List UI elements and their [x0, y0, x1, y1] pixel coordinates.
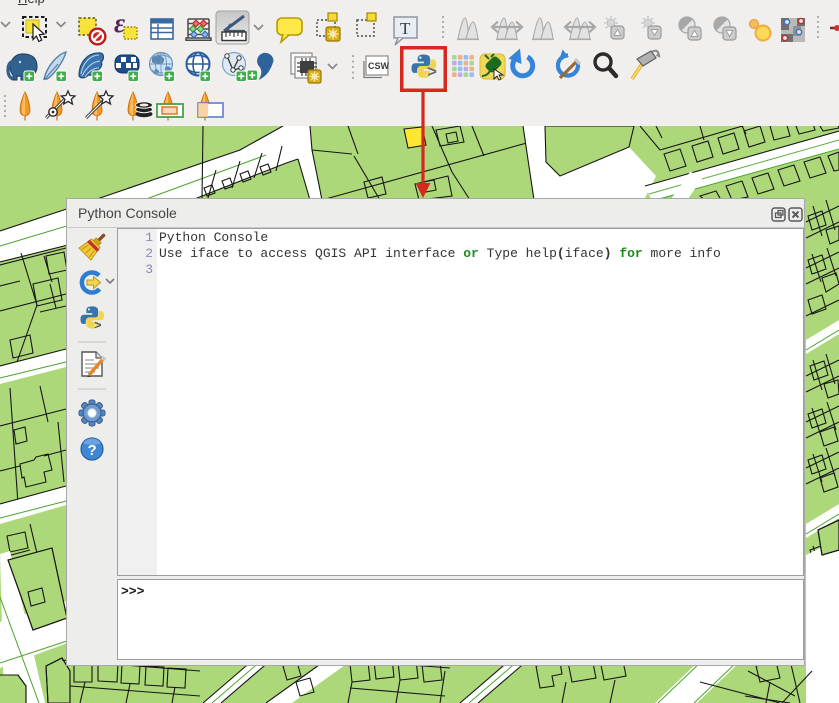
- svg-text:?: ?: [88, 442, 97, 459]
- svg-text:CSW: CSW: [368, 61, 390, 71]
- svg-text:T: T: [400, 19, 411, 38]
- svg-text:>: >: [94, 318, 101, 332]
